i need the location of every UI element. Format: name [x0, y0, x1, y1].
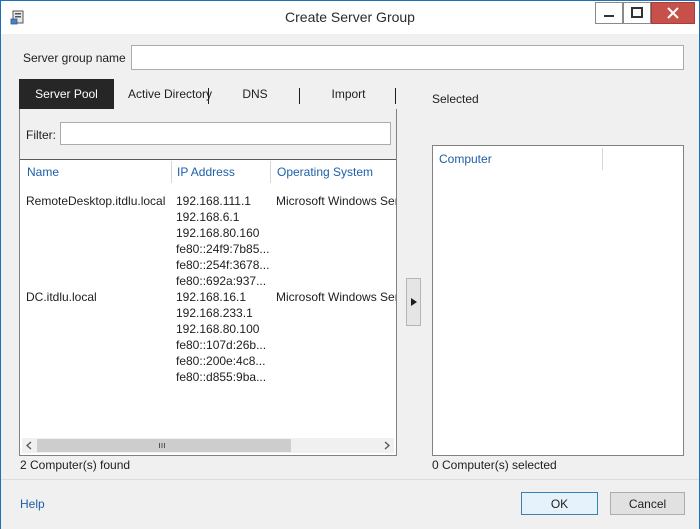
create-server-group-window: Create Server Group Server group name Se… [0, 0, 700, 529]
ip-address: 192.168.233.1 [176, 306, 253, 320]
server-pool-panel: Filter: Name IP Address Operating System… [19, 109, 397, 456]
ip-address: 192.168.111.1 [176, 194, 251, 208]
filter-input[interactable] [60, 122, 391, 145]
ip-address: fe80::692a:937... [176, 274, 267, 288]
ok-button[interactable]: OK [521, 492, 598, 515]
server-group-name-label: Server group name [23, 51, 126, 65]
ip-address: 192.168.80.100 [176, 322, 260, 336]
ip-address: fe80::d855:9ba... [176, 370, 267, 384]
filter-label: Filter: [26, 128, 56, 142]
tab-strip: Server Pool Active Directory DNS Import [19, 79, 397, 109]
column-separator[interactable] [602, 148, 603, 170]
column-separator[interactable] [171, 161, 172, 183]
ip-address: 192.168.16.1 [176, 290, 247, 304]
table-row-os: Microsoft Windows Server [276, 194, 396, 208]
minimize-icon [604, 15, 614, 17]
cancel-button[interactable]: Cancel [610, 492, 685, 515]
scroll-thumb[interactable] [37, 439, 291, 452]
table-row-name[interactable]: RemoteDesktop.itdlu.local [26, 193, 172, 209]
tab-dns[interactable]: DNS [209, 79, 301, 109]
table-row-name[interactable]: DC.itdlu.local [26, 289, 172, 305]
tab-server-pool[interactable]: Server Pool [19, 79, 114, 109]
maximize-icon [631, 7, 643, 18]
scroll-grip-icon [159, 443, 165, 448]
add-to-selected-button[interactable] [406, 278, 421, 326]
column-header-operating-system[interactable]: Operating System [277, 165, 373, 179]
ip-address: 192.168.80.160 [176, 226, 260, 240]
selected-panel: Computer [432, 145, 684, 456]
column-header-computer[interactable]: Computer [439, 152, 492, 166]
table-row-os: Microsoft Windows Server [276, 290, 396, 304]
dialog-footer: Help OK Cancel [1, 479, 699, 529]
filter-bar: Filter: [20, 109, 396, 160]
close-icon [667, 7, 679, 19]
ip-address: 192.168.6.1 [176, 210, 240, 224]
triangle-right-icon [411, 298, 417, 306]
table-row-ip-list: 192.168.16.1 192.168.233.1 192.168.80.10… [176, 289, 270, 385]
chevron-left-icon [26, 441, 32, 450]
scroll-right-button[interactable] [379, 438, 394, 453]
server-group-name-input[interactable] [131, 45, 684, 70]
dialog-content: Server group name Server Pool Active Dir… [1, 34, 699, 528]
computers-found-status: 2 Computer(s) found [20, 458, 131, 472]
close-button[interactable] [651, 2, 695, 24]
computers-selected-status: 0 Computer(s) selected [432, 458, 557, 472]
column-header-name[interactable]: Name [27, 165, 59, 179]
ip-address: fe80::107d:26b... [176, 338, 267, 352]
ip-address: fe80::24f9:7b85... [176, 242, 270, 256]
ip-address: fe80::200e:4c8... [176, 354, 266, 368]
minimize-button[interactable] [595, 2, 623, 24]
help-link[interactable]: Help [20, 497, 45, 511]
tab-separator [395, 88, 396, 104]
horizontal-scrollbar[interactable] [22, 438, 394, 453]
chevron-right-icon [384, 441, 390, 450]
column-separator[interactable] [270, 161, 271, 183]
ip-address: fe80::254f:3678... [176, 258, 270, 272]
column-header-ip-address[interactable]: IP Address [177, 165, 235, 179]
tab-import[interactable]: Import [300, 79, 397, 109]
title-bar[interactable]: Create Server Group [1, 1, 699, 34]
table-row-ip-list: 192.168.111.1 192.168.6.1 192.168.80.160… [176, 193, 270, 289]
maximize-button[interactable] [623, 2, 651, 24]
scroll-left-button[interactable] [22, 438, 37, 453]
selected-label: Selected [432, 92, 479, 106]
